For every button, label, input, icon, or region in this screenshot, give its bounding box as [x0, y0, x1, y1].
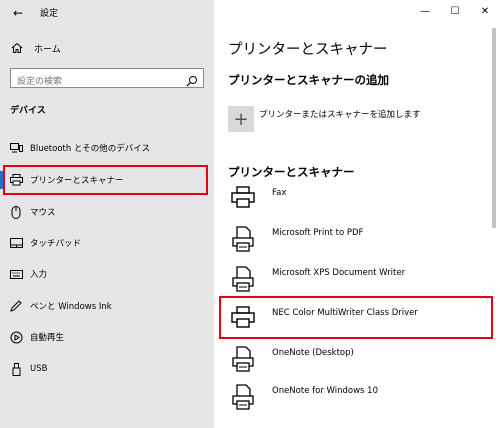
printer-item-onenote-win10[interactable]: OneNote for Windows 10	[228, 384, 494, 414]
printer-name: Microsoft XPS Document Writer	[272, 268, 406, 278]
main-pane: — ☐ ✕ プリンターとスキャナー プリンターとスキャナーの追加 + プリンター…	[214, 0, 500, 428]
nav-home[interactable]: ホーム	[0, 38, 214, 58]
printer-name: Microsoft Print to PDF	[272, 228, 364, 238]
minimize-icon[interactable]: —	[410, 0, 440, 22]
pen-icon	[0, 300, 30, 312]
nav-home-label: ホーム	[34, 44, 61, 55]
sidebar-item-label: USB	[30, 364, 48, 374]
sidebar-item-label: ペンと Windows Ink	[30, 302, 112, 312]
sidebar-item-input[interactable]: 入力	[0, 261, 214, 287]
close-icon[interactable]: ✕	[470, 0, 500, 22]
highlight-box-nec-printer	[219, 296, 493, 339]
back-arrow-icon[interactable]: ←	[8, 4, 28, 22]
printer-name: Fax	[272, 188, 287, 198]
section-header-devices: デバイス	[10, 106, 46, 116]
printer-item-pdf[interactable]: Microsoft Print to PDF	[228, 226, 494, 256]
printers-section-title: プリンターとスキャナー	[228, 165, 355, 179]
page-title: プリンターとスキャナー	[228, 42, 388, 58]
sidebar-item-touchpad[interactable]: タッチパッド	[0, 230, 214, 256]
touchpad-icon	[0, 238, 30, 248]
printer-item-fax[interactable]: Fax	[228, 186, 494, 216]
search-box[interactable]	[10, 68, 204, 91]
app-title: 設定	[40, 9, 59, 19]
fax-printer-icon	[228, 186, 258, 208]
document-printer-icon	[228, 226, 258, 252]
search-icon[interactable]	[186, 72, 198, 91]
mouse-icon	[0, 205, 30, 219]
sidebar-item-label: マウス	[30, 208, 56, 218]
sidebar-item-bluetooth[interactable]: Bluetooth とその他のデバイス	[0, 135, 214, 161]
printer-item-onenote-desktop[interactable]: OneNote (Desktop)	[228, 346, 494, 376]
sidebar-item-label: 入力	[30, 270, 48, 280]
autoplay-icon	[0, 331, 30, 344]
plus-icon: +	[228, 106, 254, 132]
printer-name: OneNote (Desktop)	[272, 348, 354, 358]
printer-item-xps[interactable]: Microsoft XPS Document Writer	[228, 266, 494, 296]
scrollbar[interactable]	[492, 28, 496, 228]
document-printer-icon	[228, 266, 258, 292]
add-section-title: プリンターとスキャナーの追加	[228, 73, 389, 87]
search-input[interactable]	[11, 73, 179, 91]
sidebar-item-mouse[interactable]: マウス	[0, 199, 214, 225]
sidebar-item-pen[interactable]: ペンと Windows Ink	[0, 293, 214, 319]
sidebar-item-label: タッチパッド	[30, 239, 82, 249]
document-printer-icon	[228, 346, 258, 372]
sidebar-item-usb[interactable]: USB	[0, 356, 214, 382]
document-printer-icon	[228, 384, 258, 410]
sidebar-item-label: 自動再生	[30, 333, 65, 343]
window-controls: — ☐ ✕	[410, 0, 500, 22]
usb-icon	[0, 362, 30, 376]
bluetooth-devices-icon	[0, 142, 30, 154]
sidebar-item-label: Bluetooth とその他のデバイス	[30, 144, 150, 154]
add-printer-label: プリンターまたはスキャナーを追加します	[259, 110, 421, 120]
maximize-icon[interactable]: ☐	[440, 0, 470, 22]
settings-sidebar: ← 設定 ホーム デバイス Bluetooth とその他のデバイス プリンターと…	[0, 0, 214, 428]
add-printer-button[interactable]: + プリンターまたはスキャナーを追加します	[228, 106, 421, 132]
sidebar-item-autoplay[interactable]: 自動再生	[0, 324, 214, 350]
keyboard-icon	[0, 269, 30, 279]
printer-name: OneNote for Windows 10	[272, 386, 378, 396]
highlight-box-printers-nav	[3, 165, 208, 195]
home-icon	[0, 42, 34, 54]
